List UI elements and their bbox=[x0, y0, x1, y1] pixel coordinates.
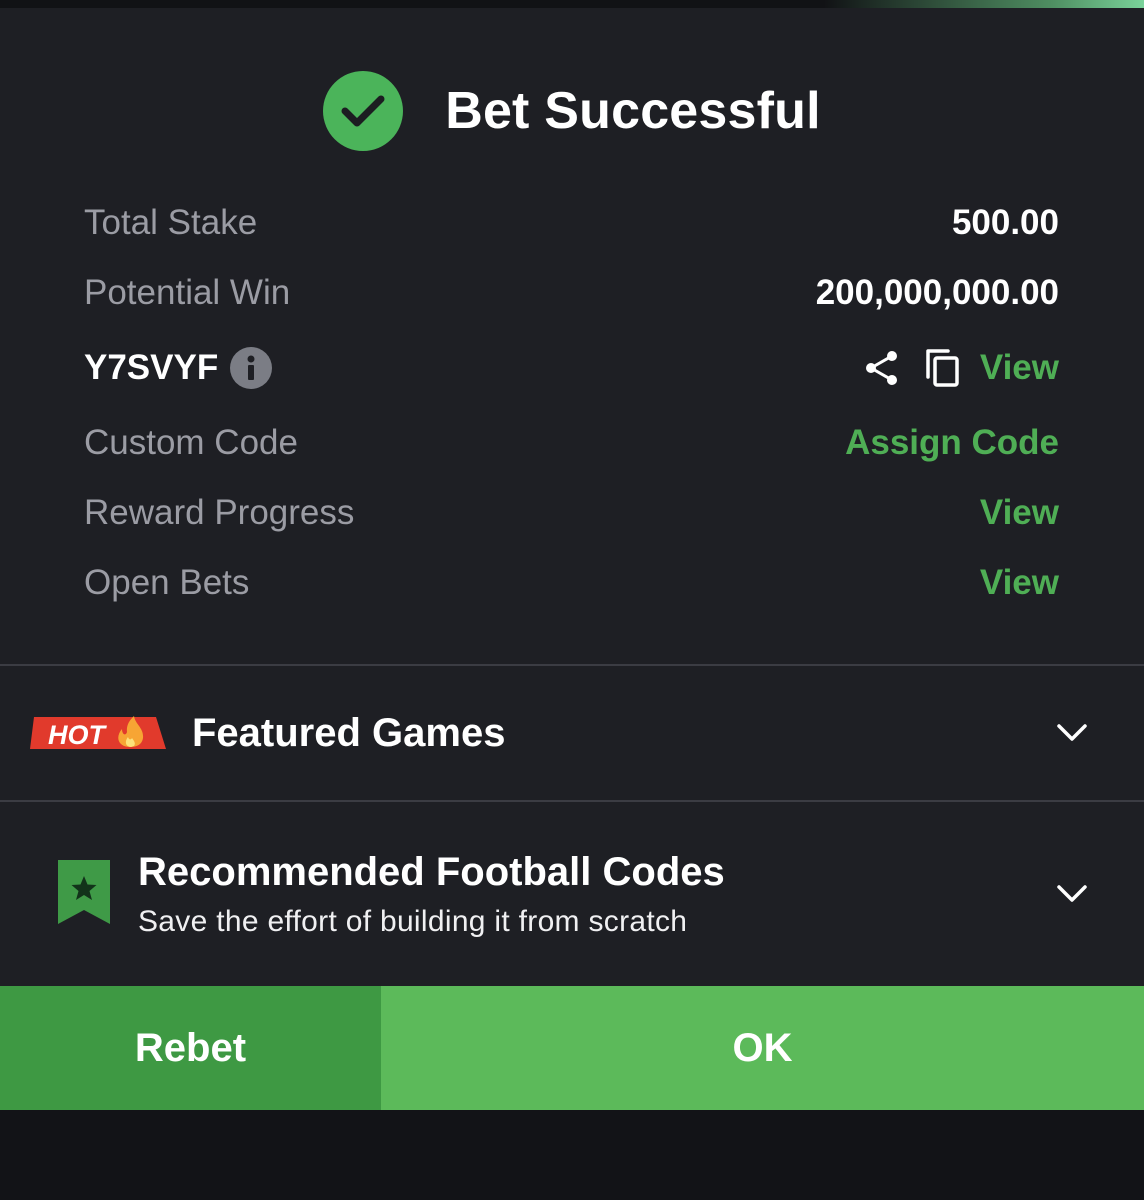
bookmark-star-icon bbox=[58, 859, 110, 929]
reward-progress-view-link[interactable]: View bbox=[980, 493, 1059, 533]
total-stake-value: 500.00 bbox=[951, 203, 1059, 242]
total-stake-label: Total Stake bbox=[84, 203, 258, 242]
hot-flame-badge: HOT bbox=[30, 714, 168, 752]
reward-progress-row: Reward Progress View bbox=[84, 478, 1059, 548]
recommended-subtitle: Save the effort of building it from scra… bbox=[138, 904, 688, 938]
featured-games-title: Featured Games bbox=[192, 710, 506, 755]
potential-win-row: Potential Win 200,000,000.00 bbox=[84, 258, 1059, 328]
recommended-codes-section[interactable]: Recommended Football Codes Save the effo… bbox=[0, 802, 1144, 986]
potential-win-label: Potential Win bbox=[84, 273, 291, 312]
open-bets-label: Open Bets bbox=[84, 563, 250, 602]
booking-code: Y7SVYF bbox=[84, 348, 219, 387]
action-bar: Rebet OK bbox=[0, 986, 1144, 1110]
total-stake-row: Total Stake 500.00 bbox=[84, 188, 1059, 258]
bottom-backdrop bbox=[0, 1110, 1144, 1200]
chevron-down-icon[interactable] bbox=[1056, 723, 1088, 743]
svg-text:HOT: HOT bbox=[48, 720, 108, 750]
share-icon[interactable] bbox=[862, 348, 902, 388]
booking-actions: View bbox=[862, 347, 1059, 389]
open-bets-row: Open Bets View bbox=[84, 548, 1059, 618]
featured-games-section[interactable]: HOT Featured Games bbox=[0, 666, 1144, 800]
bet-success-dialog: Bet Successful Total Stake 500.00 Potent… bbox=[0, 0, 1144, 1200]
booking-view-link[interactable]: View bbox=[980, 348, 1059, 388]
ok-button[interactable]: OK bbox=[381, 986, 1144, 1110]
top-gradient-strip bbox=[0, 0, 1144, 8]
dialog-header: Bet Successful bbox=[0, 70, 1144, 152]
reward-progress-label: Reward Progress bbox=[84, 493, 355, 532]
booking-code-group: Y7SVYF bbox=[84, 347, 273, 389]
custom-code-label: Custom Code bbox=[84, 423, 298, 462]
page-title: Bet Successful bbox=[445, 82, 821, 140]
open-bets-view-link[interactable]: View bbox=[980, 563, 1059, 603]
chevron-down-icon[interactable] bbox=[1056, 884, 1088, 904]
potential-win-value: 200,000,000.00 bbox=[815, 273, 1059, 312]
booking-code-row: Y7SVYF View bbox=[84, 328, 1059, 408]
recommended-texts: Recommended Football Codes Save the effo… bbox=[138, 850, 725, 939]
assign-code-link[interactable]: Assign Code bbox=[845, 423, 1059, 463]
custom-code-row: Custom Code Assign Code bbox=[84, 408, 1059, 478]
recommended-title: Recommended Football Codes bbox=[138, 849, 725, 894]
check-circle-icon bbox=[323, 71, 404, 151]
bet-summary: Total Stake 500.00 Potential Win 200,000… bbox=[84, 188, 1059, 618]
rebet-button[interactable]: Rebet bbox=[0, 986, 381, 1110]
info-icon[interactable] bbox=[230, 347, 273, 389]
copy-icon[interactable] bbox=[924, 347, 962, 389]
